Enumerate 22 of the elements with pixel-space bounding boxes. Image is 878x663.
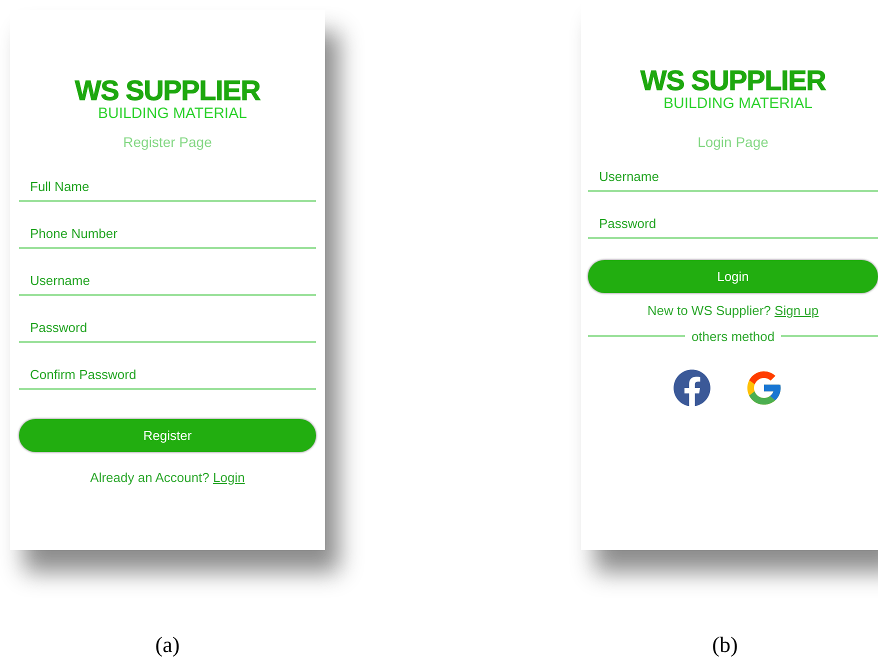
- footer-link[interactable]: Login: [213, 470, 245, 485]
- input-field[interactable]: Password: [19, 308, 316, 343]
- figure-caption: (b): [712, 631, 738, 659]
- footer-text: Already an Account? Login: [90, 469, 245, 487]
- input-field[interactable]: Confirm Password: [19, 355, 316, 390]
- input-field[interactable]: Username: [19, 261, 316, 296]
- page-title: Register Page: [123, 133, 212, 152]
- figure-caption: (a): [155, 631, 180, 659]
- footer-text: New to WS Supplier? Sign up: [647, 302, 819, 320]
- brand-title: WS SUPPLIER: [74, 76, 260, 106]
- page-title: Login Page: [698, 133, 768, 152]
- input-field[interactable]: Username: [588, 157, 878, 192]
- footer-link[interactable]: Sign up: [774, 303, 819, 318]
- input-field[interactable]: Password: [588, 204, 878, 239]
- brand-title: WS SUPPLIER: [640, 66, 826, 96]
- input-field[interactable]: Phone Number: [19, 214, 316, 249]
- brand-subtitle: BUILDING MATERIAL: [662, 96, 812, 112]
- submit-button[interactable]: Register: [19, 419, 316, 452]
- divider-label: others method: [691, 328, 775, 346]
- brand-subtitle: BUILDING MATERIAL: [97, 106, 247, 122]
- submit-button[interactable]: Login: [588, 260, 878, 293]
- input-field[interactable]: Full Name: [19, 167, 316, 202]
